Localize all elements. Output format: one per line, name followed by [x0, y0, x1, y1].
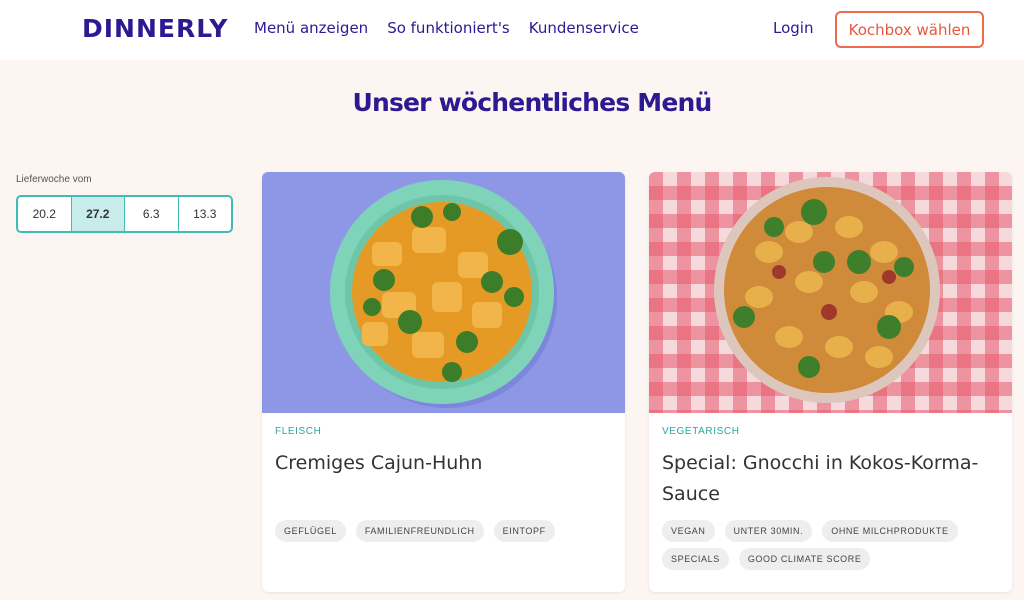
- top-navigation-bar: DINNERLY Menü anzeigen So funktioniert's…: [0, 0, 1024, 60]
- recipe-category: VEGETARISCH: [662, 426, 740, 437]
- login-link[interactable]: Login: [773, 19, 813, 37]
- recipe-card[interactable]: VEGETARISCH Special: Gnocchi in Kokos-Ko…: [649, 172, 1012, 592]
- page-title: Unser wöchentliches Menü: [352, 88, 712, 117]
- recipe-tag: GEFLÜGEL: [275, 520, 346, 542]
- delivery-week-selector: 20.2 27.2 6.3 13.3: [16, 195, 233, 233]
- week-option-13-3[interactable]: 13.3: [179, 197, 232, 231]
- recipe-tag: OHNE MILCHPRODUKTE: [822, 520, 958, 542]
- main-nav: Menü anzeigen So funktioniert's Kundense…: [254, 19, 658, 37]
- recipe-tag: FAMILIENFREUNDLICH: [355, 520, 484, 542]
- recipe-title[interactable]: Special: Gnocchi in Kokos-Korma-Sauce: [662, 448, 1002, 510]
- choose-box-button[interactable]: Kochbox wählen: [835, 11, 984, 48]
- recipe-tags: GEFLÜGEL FAMILIENFREUNDLICH EINTOPF: [275, 520, 615, 542]
- week-option-6-3[interactable]: 6.3: [125, 197, 179, 231]
- recipe-tag: EINTOPF: [493, 520, 555, 542]
- recipe-category: FLEISCH: [275, 426, 322, 437]
- recipe-card[interactable]: FLEISCH Cremiges Cajun-Huhn GEFLÜGEL FAM…: [262, 172, 625, 592]
- nav-menu-anzeigen[interactable]: Menü anzeigen: [254, 19, 368, 37]
- nav-so-funktionierts[interactable]: So funktioniert's: [387, 19, 510, 37]
- recipe-tag: VEGAN: [662, 520, 715, 542]
- recipe-image-gnocchi[interactable]: [649, 172, 1012, 413]
- recipe-tag: UNTER 30MIN.: [724, 520, 813, 542]
- dish-illustration: [714, 177, 940, 403]
- recipe-tag: SPECIALS: [662, 548, 729, 570]
- recipe-image-cajun-chicken[interactable]: [262, 172, 625, 413]
- dish-illustration: [330, 180, 557, 408]
- dinnerly-logo[interactable]: DINNERLY: [82, 14, 228, 43]
- recipe-title[interactable]: Cremiges Cajun-Huhn: [275, 448, 615, 479]
- delivery-week-label: Lieferwoche vom: [16, 174, 92, 185]
- week-option-20-2[interactable]: 20.2: [18, 197, 72, 231]
- week-option-27-2[interactable]: 27.2: [71, 197, 125, 231]
- nav-kundenservice[interactable]: Kundenservice: [529, 19, 639, 37]
- recipe-tags: VEGAN UNTER 30MIN. OHNE MILCHPRODUKTE SP…: [662, 520, 1002, 570]
- recipe-tag: GOOD CLIMATE SCORE: [738, 548, 871, 570]
